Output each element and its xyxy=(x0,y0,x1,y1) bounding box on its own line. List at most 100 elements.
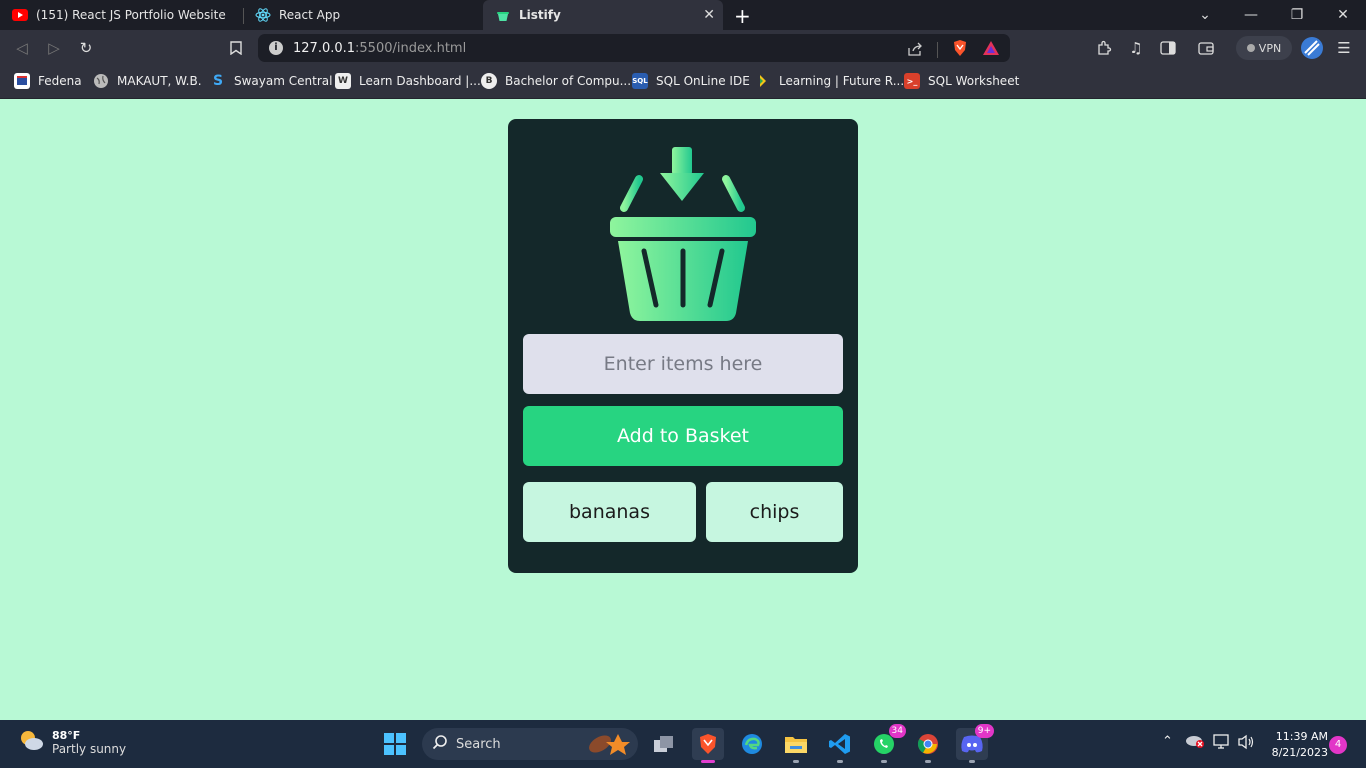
vpn-label: VPN xyxy=(1258,41,1282,55)
weather-temperature: 88°F xyxy=(52,728,81,742)
bookmark-label: Learning | Future R... xyxy=(779,74,905,88)
learning-icon xyxy=(755,73,771,89)
search-highlight-icon xyxy=(582,730,632,762)
bookmark-fedena[interactable]: Fedena xyxy=(14,73,82,89)
bookmark-label: SQL OnLine IDE xyxy=(656,74,750,88)
media-icon[interactable]: ♫ xyxy=(1126,38,1146,58)
bookmark-label: Fedena xyxy=(38,74,82,88)
running-indicator xyxy=(881,760,887,763)
search-label: Search xyxy=(456,736,501,752)
active-indicator xyxy=(701,760,715,763)
windows-icon xyxy=(384,733,406,755)
clock[interactable]: 11:39 AM 8/21/2023 xyxy=(1262,729,1328,761)
taskbar-chrome[interactable] xyxy=(912,728,944,763)
bookmarks-bar: Fedena MAKAUT, W.B. S Swayam Central W L… xyxy=(0,66,1366,99)
minimize-icon[interactable]: — xyxy=(1228,0,1274,30)
running-indicator xyxy=(969,760,975,763)
weather-condition: Partly sunny xyxy=(52,741,127,756)
taskbar: 88°F Partly sunny Search 34 9+ ⌃ 11:39 A… xyxy=(0,720,1366,768)
edge-icon xyxy=(742,734,762,754)
onedrive-icon[interactable] xyxy=(1185,734,1205,752)
globe-icon xyxy=(93,73,109,89)
bookmark-label: Swayam Central xyxy=(234,74,333,88)
bookmark-swayam[interactable]: S Swayam Central xyxy=(210,73,332,89)
tab-listify[interactable]: Listify ✕ xyxy=(483,0,723,30)
listify-card: Add to Basket bananas chips xyxy=(508,119,858,573)
date: 8/21/2023 xyxy=(1271,746,1328,759)
close-tab-icon[interactable]: ✕ xyxy=(703,7,715,23)
taskbar-search[interactable]: Search xyxy=(422,728,638,760)
fedena-icon xyxy=(14,73,30,89)
tab-label: (151) React JS Portfolio Website Using xyxy=(36,8,226,22)
bookmark-label: SQL Worksheet xyxy=(928,74,1020,88)
divider xyxy=(937,42,938,58)
brave-shield-icon[interactable] xyxy=(952,39,968,61)
start-button[interactable] xyxy=(379,728,411,760)
nav-bar: ◁ ▷ ↻ i 127.0.0.1 :5500/index.html ♫ VPN… xyxy=(0,30,1366,66)
tab-bar: (151) React JS Portfolio Website Using R… xyxy=(0,0,1366,30)
task-view-button[interactable] xyxy=(648,728,680,760)
taskbar-brave[interactable] xyxy=(692,728,724,763)
whatsapp-badge: 34 xyxy=(888,724,906,738)
url-host: 127.0.0.1 xyxy=(293,40,356,56)
running-indicator xyxy=(925,760,931,763)
taskbar-whatsapp[interactable]: 34 xyxy=(868,724,906,763)
add-to-basket-button[interactable]: Add to Basket xyxy=(523,406,843,466)
tab-label: Listify xyxy=(519,8,561,22)
bookmark-sql-worksheet[interactable]: >_ SQL Worksheet xyxy=(904,73,1019,89)
chrome-icon xyxy=(917,734,938,754)
menu-icon[interactable]: ☰ xyxy=(1334,38,1354,58)
sidebar-icon[interactable] xyxy=(1158,38,1178,58)
brave-rewards-icon[interactable] xyxy=(982,40,1000,60)
bookmark-learning[interactable]: Learning | Future R... xyxy=(755,73,904,89)
reload-icon[interactable]: ↻ xyxy=(76,38,96,58)
taskbar-edge[interactable] xyxy=(736,728,768,760)
chevron-down-icon[interactable]: ⌄ xyxy=(1182,0,1228,30)
taskbar-file-explorer[interactable] xyxy=(780,728,812,763)
list-item[interactable]: bananas xyxy=(523,482,696,542)
running-indicator xyxy=(837,760,843,763)
profile-avatar[interactable] xyxy=(1300,36,1324,60)
item-input[interactable] xyxy=(523,334,843,394)
youtube-icon xyxy=(12,7,28,23)
weather-widget[interactable]: 88°F Partly sunny xyxy=(18,728,126,756)
restore-icon[interactable]: ❐ xyxy=(1274,0,1320,30)
new-tab-icon[interactable]: + xyxy=(734,4,751,28)
back-icon[interactable]: ◁ xyxy=(12,38,32,58)
network-icon[interactable] xyxy=(1213,734,1231,754)
vpn-status-icon xyxy=(1246,44,1255,52)
bookmark-icon[interactable] xyxy=(226,38,246,58)
tab-react-app[interactable]: React App xyxy=(243,0,483,30)
swayam-icon: S xyxy=(212,73,224,89)
discord-badge: 9+ xyxy=(974,724,994,738)
bookmark-makaut[interactable]: MAKAUT, W.B. xyxy=(93,73,202,89)
share-icon[interactable] xyxy=(907,41,923,60)
basket-icon xyxy=(610,147,756,321)
brave-icon xyxy=(700,734,716,754)
bookmark-label: Bachelor of Compu... xyxy=(505,74,632,88)
task-view-icon xyxy=(654,736,673,752)
close-window-icon[interactable]: ✕ xyxy=(1320,0,1366,30)
info-icon[interactable]: i xyxy=(269,41,283,55)
extensions-icon[interactable] xyxy=(1094,38,1114,58)
basket-icon xyxy=(495,7,511,23)
wallet-icon[interactable] xyxy=(1196,38,1216,58)
bookmark-bachelor[interactable]: B Bachelor of Compu... xyxy=(481,73,631,89)
tab-youtube[interactable]: (151) React JS Portfolio Website Using xyxy=(0,0,243,30)
learn-icon: W xyxy=(335,73,351,89)
bookmark-learn-dashboard[interactable]: W Learn Dashboard |... xyxy=(335,73,481,89)
taskbar-discord[interactable]: 9+ xyxy=(956,724,994,763)
notification-badge[interactable]: 4 xyxy=(1329,736,1347,754)
url-path: :5500/index.html xyxy=(355,40,467,56)
forward-icon[interactable]: ▷ xyxy=(44,38,64,58)
chevron-up-icon[interactable]: ⌃ xyxy=(1162,734,1173,749)
taskbar-vscode[interactable] xyxy=(824,728,856,763)
time: 11:39 AM xyxy=(1275,730,1328,743)
bookmark-sql-online[interactable]: SQL SQL OnLine IDE xyxy=(632,73,750,89)
address-bar[interactable]: i 127.0.0.1 :5500/index.html xyxy=(258,34,1010,62)
partly-sunny-icon xyxy=(18,728,44,756)
list-item[interactable]: chips xyxy=(706,482,843,542)
vpn-button[interactable]: VPN xyxy=(1236,36,1292,60)
sql-icon: SQL xyxy=(632,73,648,89)
volume-icon[interactable] xyxy=(1237,734,1255,754)
